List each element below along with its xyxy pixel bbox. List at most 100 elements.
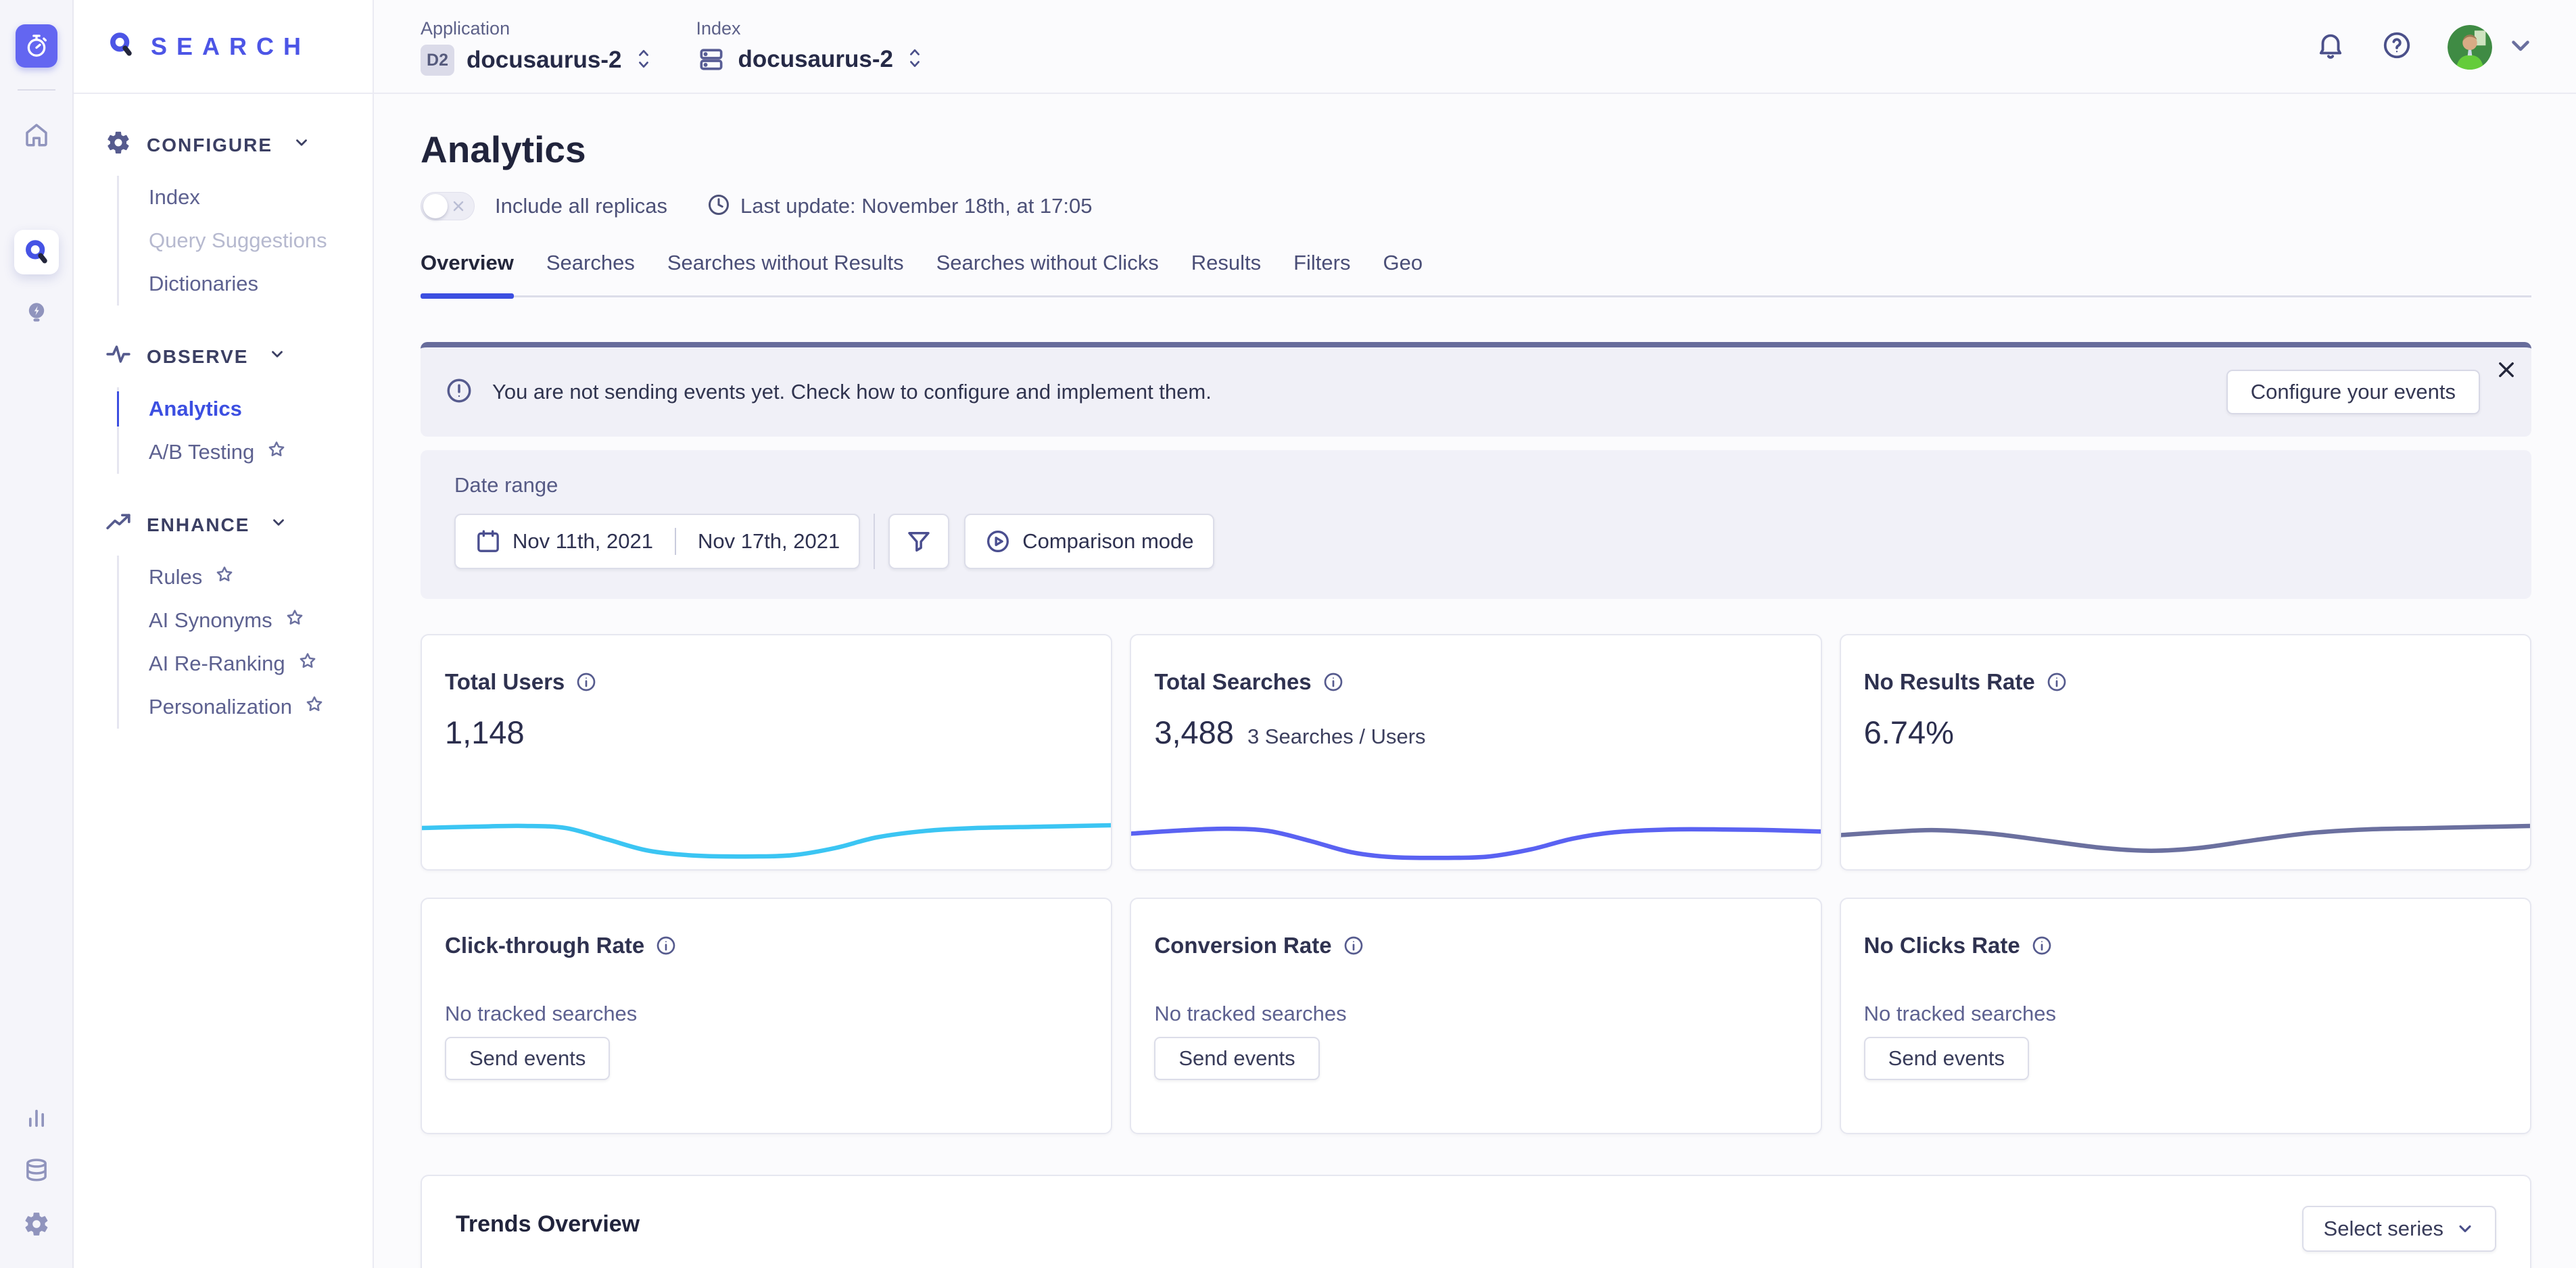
topbar-right	[2315, 0, 2533, 94]
sidebar-item-settings[interactable]	[22, 1210, 51, 1238]
chevron-down-icon	[270, 514, 287, 536]
configure-events-button[interactable]: Configure your events	[2226, 370, 2480, 414]
application-label: Application	[421, 18, 653, 39]
sidebar-item-rules[interactable]: Rules	[149, 556, 373, 599]
main-area: Application D2 docusaurus-2 Index	[374, 0, 2576, 1268]
nav-header-observe[interactable]: OBSERVE	[105, 341, 373, 372]
include-replicas-toggle[interactable]	[421, 192, 475, 220]
bell-icon	[2315, 30, 2346, 64]
date-range-panel: Date range Nov 11th, 2021 Nov 17th, 2021	[421, 450, 2531, 599]
chevron-down-icon	[268, 345, 286, 368]
star-icon	[304, 694, 325, 720]
banner-message: You are not sending events yet. Check ho…	[492, 380, 1212, 404]
sidebar-item-ai-reranking[interactable]: AI Re-Ranking	[149, 642, 373, 685]
info-icon[interactable]	[2031, 935, 2053, 956]
funnel-icon	[905, 527, 933, 556]
toggle-off-icon	[450, 198, 467, 218]
toggle-knob	[423, 194, 448, 218]
sidebar-item-personalization[interactable]: Personalization	[149, 685, 373, 729]
card-title: No Clicks Rate	[1864, 933, 2020, 958]
sidebar-item-ai-synonyms[interactable]: AI Synonyms	[149, 599, 373, 642]
index-value: docusaurus-2	[738, 46, 894, 73]
tab-searches-without-results[interactable]: Searches without Results	[667, 251, 904, 295]
page-title: Analytics	[421, 128, 2531, 171]
stopwatch-icon	[23, 32, 50, 59]
chevron-down-icon	[293, 134, 310, 156]
application-badge: D2	[421, 45, 454, 76]
tab-results[interactable]: Results	[1191, 251, 1261, 295]
calendar-icon	[475, 528, 502, 555]
tab-overview[interactable]: Overview	[421, 251, 514, 295]
star-icon	[214, 564, 235, 590]
date-range-picker[interactable]: Nov 11th, 2021 Nov 17th, 2021	[454, 514, 860, 569]
clock-icon	[707, 193, 731, 220]
sidebar-item-dictionaries[interactable]: Dictionaries	[149, 262, 373, 306]
application-selector: Application D2 docusaurus-2	[421, 18, 653, 76]
sidebar: SEARCH CONFIGURE Index Que	[74, 0, 374, 1268]
comparison-mode-button[interactable]: Comparison mode	[964, 514, 1214, 569]
help-button[interactable]	[2381, 30, 2412, 64]
select-series-button[interactable]: Select series	[2302, 1206, 2496, 1252]
info-icon[interactable]	[655, 935, 677, 956]
sidebar-item-index[interactable]: Index	[149, 176, 373, 219]
card-title: No Results Rate	[1864, 669, 2035, 695]
card-title: Total Users	[445, 669, 565, 695]
avatar	[2448, 25, 2492, 70]
nav-section-label: ENHANCE	[147, 514, 249, 536]
sidebar-item-query-suggestions[interactable]: Query Suggestions	[149, 219, 373, 262]
sidebar-item-data[interactable]	[22, 1156, 51, 1184]
tab-geo[interactable]: Geo	[1383, 251, 1423, 295]
send-events-button[interactable]: Send events	[1154, 1037, 1319, 1080]
sparkline-total-users	[421, 798, 1112, 869]
topbar: Application D2 docusaurus-2 Index	[374, 0, 2576, 94]
index-selector: Index docusaurus-2	[696, 18, 925, 74]
send-events-button[interactable]: Send events	[1864, 1037, 2029, 1080]
application-select[interactable]: D2 docusaurus-2	[421, 45, 653, 76]
toggle-label: Include all replicas	[495, 194, 667, 218]
sidebar-item-monitoring[interactable]	[23, 1103, 50, 1130]
bar-chart-icon	[23, 1103, 50, 1130]
index-select[interactable]: docusaurus-2	[696, 45, 925, 74]
sidebar-item-home[interactable]	[14, 112, 59, 157]
tab-searches[interactable]: Searches	[546, 251, 635, 295]
nav-header-configure[interactable]: CONFIGURE	[105, 129, 373, 161]
sidebar-item-ab-testing[interactable]: A/B Testing	[149, 431, 373, 474]
close-icon[interactable]	[2495, 358, 2518, 385]
info-icon[interactable]	[1343, 935, 1364, 956]
notifications-button[interactable]	[2315, 30, 2346, 64]
star-icon	[297, 651, 318, 677]
sidebar-item-analytics[interactable]: Analytics	[149, 387, 373, 431]
card-title: Conversion Rate	[1154, 933, 1331, 958]
sparkline-no-results-rate	[1840, 798, 2531, 869]
send-events-button[interactable]: Send events	[445, 1037, 610, 1080]
sidebar-item-recommend[interactable]	[14, 291, 59, 335]
nav-items-enhance: Rules AI Synonyms AI Re-Ranking Personal…	[117, 556, 373, 729]
nav-section-configure: CONFIGURE Index Query Suggestions Dictio…	[105, 129, 373, 306]
content: Analytics Include all replicas Last up	[374, 94, 2576, 1268]
tab-searches-without-clicks[interactable]: Searches without Clicks	[936, 251, 1159, 295]
app-switcher-button[interactable]	[16, 24, 57, 68]
nav-item-label: Analytics	[149, 397, 242, 421]
date-separator	[675, 528, 676, 555]
tab-filters[interactable]: Filters	[1293, 251, 1350, 295]
user-menu[interactable]	[2448, 25, 2533, 70]
toggle-row: Include all replicas Last update: Novemb…	[421, 191, 2531, 221]
tab-bar: Overview Searches Searches without Resul…	[421, 251, 2531, 297]
info-icon[interactable]	[2046, 671, 2068, 693]
comparison-mode-label: Comparison mode	[1022, 529, 1193, 554]
server-icon	[696, 45, 726, 74]
trending-up-icon	[105, 509, 132, 541]
nav-header-enhance[interactable]: ENHANCE	[105, 509, 373, 541]
app-root: SEARCH CONFIGURE Index Que	[0, 0, 2576, 1268]
filters-button[interactable]	[888, 514, 949, 569]
nav-item-label: Index	[149, 185, 200, 210]
nav-items-observe: Analytics A/B Testing	[117, 387, 373, 474]
metrics-row-2: Click-through Rate No tracked searches S…	[421, 898, 2531, 1134]
trends-title: Trends Overview	[456, 1211, 2496, 1238]
nav-item-label: A/B Testing	[149, 440, 254, 464]
trends-overview-card: Trends Overview Select series	[421, 1175, 2531, 1268]
sidebar-item-search[interactable]	[14, 230, 59, 274]
info-icon[interactable]	[1322, 671, 1344, 693]
nav-section-observe: OBSERVE Analytics A/B Testing	[105, 341, 373, 474]
info-icon[interactable]	[575, 671, 597, 693]
